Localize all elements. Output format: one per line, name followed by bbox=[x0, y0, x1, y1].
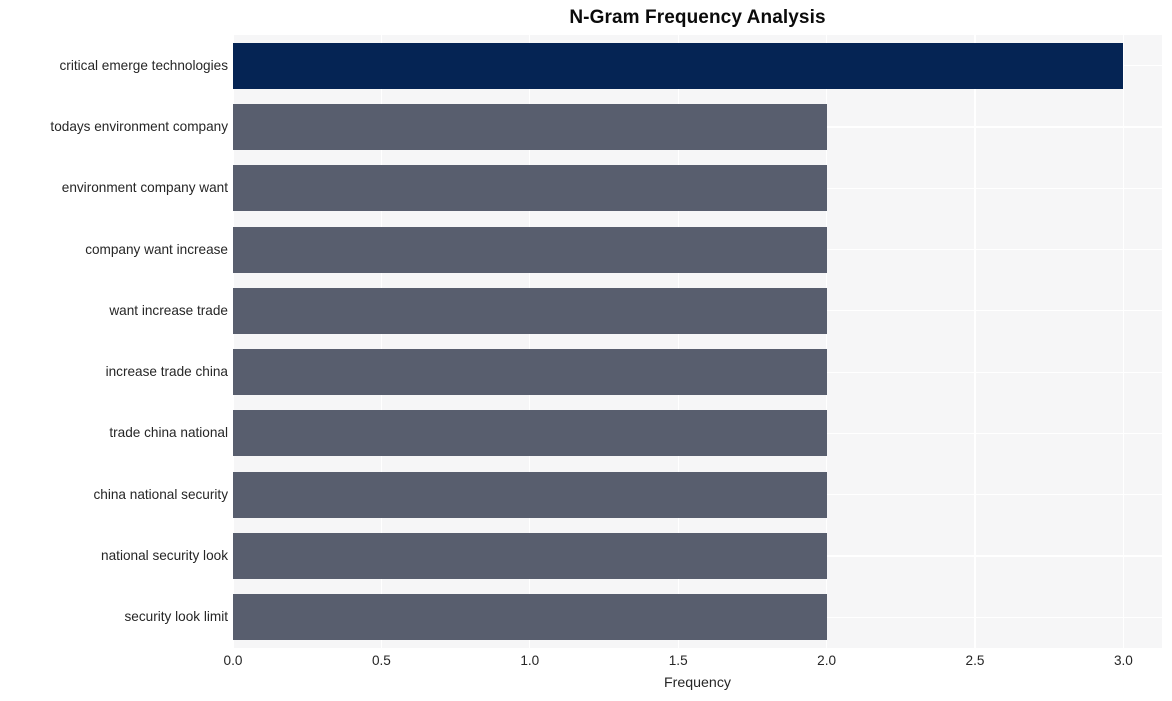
y-axis-tick-label: todays environment company bbox=[50, 118, 228, 134]
x-axis-tick-label: 0.5 bbox=[371, 653, 391, 668]
y-axis-tick-label: increase trade china bbox=[105, 364, 228, 380]
y-axis-tick-label: security look limit bbox=[124, 609, 229, 625]
x-axis-tick-label: 0.0 bbox=[223, 653, 243, 668]
x-axis-tick-label: 2.5 bbox=[965, 653, 985, 668]
y-axis-tick-label: national security look bbox=[101, 548, 228, 564]
x-axis-tick-label: 1.5 bbox=[668, 653, 688, 668]
y-axis-tick-label: want increase trade bbox=[109, 302, 228, 318]
y-axis-tick-label: critical emerge technologies bbox=[59, 57, 229, 73]
y-axis-tick-label: trade china national bbox=[109, 425, 228, 441]
x-axis-tick-labels: 0.0 0.5 1.0 1.5 2.0 2.5 3.0 bbox=[0, 652, 1172, 676]
y-axis-tick-label: environment company want bbox=[61, 180, 228, 196]
y-axis-tick-labels: critical emerge technologies todays envir… bbox=[0, 35, 1172, 648]
y-axis-tick-label: company want increase bbox=[85, 241, 228, 257]
x-axis-tick-label: 2.0 bbox=[817, 653, 837, 668]
chart-figure: N-Gram Frequency Analysis critical emerg… bbox=[0, 0, 1172, 701]
chart-title: N-Gram Frequency Analysis bbox=[569, 7, 826, 28]
x-axis-tick-label: 1.0 bbox=[520, 653, 540, 668]
x-axis-label: Frequency bbox=[663, 675, 732, 691]
x-axis-tick-label: 3.0 bbox=[1113, 653, 1133, 668]
y-axis-tick-label: china national security bbox=[93, 486, 228, 502]
